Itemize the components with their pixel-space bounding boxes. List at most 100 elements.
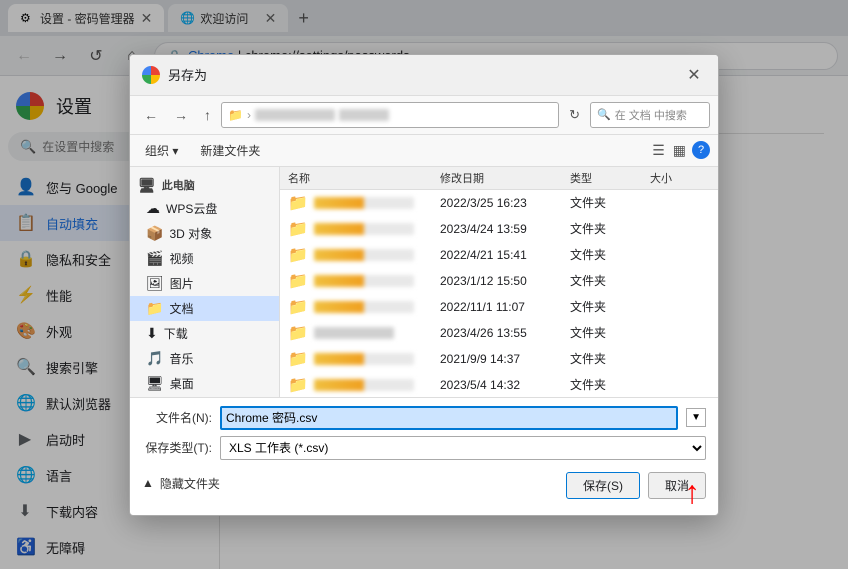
dialog-filename-row: 文件名(N): ▼ [142, 406, 706, 430]
dialog-search-box[interactable]: 🔍 在 文档 中搜索 [590, 102, 710, 128]
file-date: 2023/4/24 13:59 [440, 222, 570, 236]
dialog-path-bar[interactable]: 📁 › [221, 102, 559, 128]
view-details-button[interactable]: ▦ [671, 140, 688, 161]
dialog-forward-button[interactable]: → [168, 103, 194, 127]
cancel-button[interactable]: 取消 [648, 472, 706, 499]
collapse-icon: ▲ [142, 476, 154, 490]
dialog-sidebar-3d[interactable]: 📦 3D 对象 [130, 221, 279, 246]
file-type: 文件夹 [570, 272, 650, 289]
filename-blurred [314, 197, 414, 209]
file-type: 文件夹 [570, 324, 650, 341]
dialog-body: 🖥 此电脑 ☁ WPS云盘 📦 3D 对象 🎬 视频 🖼 图片 [130, 167, 718, 397]
dialog-search-icon: 🔍 [597, 108, 611, 121]
table-row[interactable]: 📁 2023/5/4 14:32 文件夹 [280, 372, 718, 397]
folder-icon: 📁 [288, 193, 308, 213]
folder-icon: 📁 [288, 297, 308, 317]
dialog-sidebar-desktop-label: 桌面 [170, 375, 194, 392]
table-row[interactable]: 📁 2023/4/26 13:55 文件夹 [280, 320, 718, 346]
video-icon: 🎬 [146, 250, 163, 267]
breadcrumb-path [255, 109, 335, 121]
view-list-button[interactable]: ☰ [650, 140, 667, 161]
col-date[interactable]: 修改日期 [440, 170, 570, 186]
file-save-dialog: 另存为 ✕ ← → ↑ 📁 › ↻ 🔍 在 文档 中搜索 组织 ▾ 新建文件夹 [129, 54, 719, 516]
dialog-title: 另存为 [168, 65, 674, 84]
table-row[interactable]: 📁 2022/3/25 16:23 文件夹 [280, 190, 718, 216]
docs-icon: 📁 [146, 300, 163, 317]
filetype-select[interactable]: XLS 工作表 (*.csv) [220, 436, 706, 460]
dialog-sidebar-desktop[interactable]: 🖥 桌面 [130, 371, 279, 396]
col-type[interactable]: 类型 [570, 170, 650, 186]
filetype-label: 保存类型(T): [142, 439, 212, 456]
dialog-sidebar-pc-label: 此电脑 [162, 177, 195, 193]
breadcrumb-path2 [339, 109, 389, 121]
dialog-sidebar-localc[interactable]: 💽 本地磁盘 (C:) [130, 396, 279, 397]
footer-row: ▲ 隐藏文件夹 保存(S) 取消 [142, 468, 706, 499]
dialog-titlebar: 另存为 ✕ [130, 55, 718, 96]
dialog-up-button[interactable]: ↑ [198, 103, 217, 127]
music-icon: 🎵 [146, 350, 163, 367]
save-button[interactable]: 保存(S) [566, 472, 640, 499]
dialog-close-button[interactable]: ✕ [682, 63, 706, 87]
organize-button[interactable]: 组织 ▾ [138, 139, 185, 162]
filename-blurred [314, 275, 414, 287]
breadcrumb-folder-icon: 📁 [228, 108, 243, 122]
dialog-sidebar-wps-label: WPS云盘 [166, 200, 217, 217]
dialog-hidden-row: ▲ 隐藏文件夹 [142, 475, 220, 492]
table-row[interactable]: 📁 2022/11/1 11:07 文件夹 [280, 294, 718, 320]
filename-blurred [314, 353, 414, 365]
table-row[interactable]: 📁 2023/1/12 15:50 文件夹 [280, 268, 718, 294]
picture-icon: 🖼 [146, 275, 164, 292]
folder-icon: 📁 [288, 271, 308, 291]
dialog-sidebar-pc: 🖥 此电脑 [130, 171, 279, 196]
dialog-chrome-logo [142, 66, 160, 84]
filename-label: 文件名(N): [142, 409, 212, 426]
file-type: 文件夹 [570, 350, 650, 367]
file-date: 2023/4/26 13:55 [440, 326, 570, 340]
filename-blurred [314, 223, 414, 235]
col-size[interactable]: 大小 [650, 170, 710, 186]
table-row[interactable]: 📁 2023/4/24 13:59 文件夹 [280, 216, 718, 242]
desktop-icon: 🖥 [146, 375, 164, 392]
filename-blurred [314, 379, 414, 391]
file-date: 2022/4/21 15:41 [440, 248, 570, 262]
dialog-sidebar-download[interactable]: ⬇ 下载 [130, 321, 279, 346]
hidden-label: 隐藏文件夹 [160, 475, 220, 492]
modal-backdrop: 另存为 ✕ ← → ↑ 📁 › ↻ 🔍 在 文档 中搜索 组织 ▾ 新建文件夹 [0, 0, 848, 569]
dialog-sidebar-wps[interactable]: ☁ WPS云盘 [130, 196, 279, 221]
filename-input[interactable] [220, 406, 678, 430]
dialog-back-button[interactable]: ← [138, 103, 164, 127]
dialog-sidebar: 🖥 此电脑 ☁ WPS云盘 📦 3D 对象 🎬 视频 🖼 图片 [130, 167, 280, 397]
3d-icon: 📦 [146, 225, 163, 242]
file-date: 2023/5/4 14:32 [440, 378, 570, 392]
dialog-sidebar-docs-label: 文档 [169, 300, 193, 317]
folder-icon: 📁 [288, 349, 308, 369]
filename-blurred [314, 249, 414, 261]
dialog-sidebar-video[interactable]: 🎬 视频 [130, 246, 279, 271]
dialog-sidebar-picture[interactable]: 🖼 图片 [130, 271, 279, 296]
dialog-sidebar-music[interactable]: 🎵 音乐 [130, 346, 279, 371]
breadcrumb-separator: › [247, 108, 251, 122]
file-type: 文件夹 [570, 246, 650, 263]
dialog-file-list: 名称 修改日期 类型 大小 📁 2022/3/25 16:23 文件夹 📁 20… [280, 167, 718, 397]
filename-dropdown-arrow[interactable]: ▼ [686, 408, 706, 427]
dialog-search-placeholder: 在 文档 中搜索 [615, 107, 687, 123]
table-row[interactable]: 📁 2022/4/21 15:41 文件夹 [280, 242, 718, 268]
dialog-sidebar-docs[interactable]: 📁 文档 [130, 296, 279, 321]
file-type: 文件夹 [570, 298, 650, 315]
dialog-sidebar-picture-label: 图片 [170, 275, 194, 292]
help-dialog-button[interactable]: ? [692, 141, 710, 159]
pc-icon: 🖥 [138, 177, 156, 194]
dialog-sidebar-download-label: 下载 [164, 325, 188, 342]
dialog-sidebar-music-label: 音乐 [169, 350, 193, 367]
file-date: 2022/11/1 11:07 [440, 300, 570, 314]
file-list-header: 名称 修改日期 类型 大小 [280, 167, 718, 190]
table-row[interactable]: 📁 2021/9/9 14:37 文件夹 [280, 346, 718, 372]
file-type: 文件夹 [570, 376, 650, 393]
file-date: 2023/1/12 15:50 [440, 274, 570, 288]
new-folder-button[interactable]: 新建文件夹 [193, 139, 267, 162]
dialog-footer: 文件名(N): ▼ 保存类型(T): XLS 工作表 (*.csv) ▲ 隐藏文… [130, 397, 718, 515]
folder-icon: 📁 [288, 323, 308, 343]
col-name[interactable]: 名称 [288, 170, 440, 186]
dialog-refresh-button[interactable]: ↻ [563, 103, 586, 127]
file-type: 文件夹 [570, 194, 650, 211]
